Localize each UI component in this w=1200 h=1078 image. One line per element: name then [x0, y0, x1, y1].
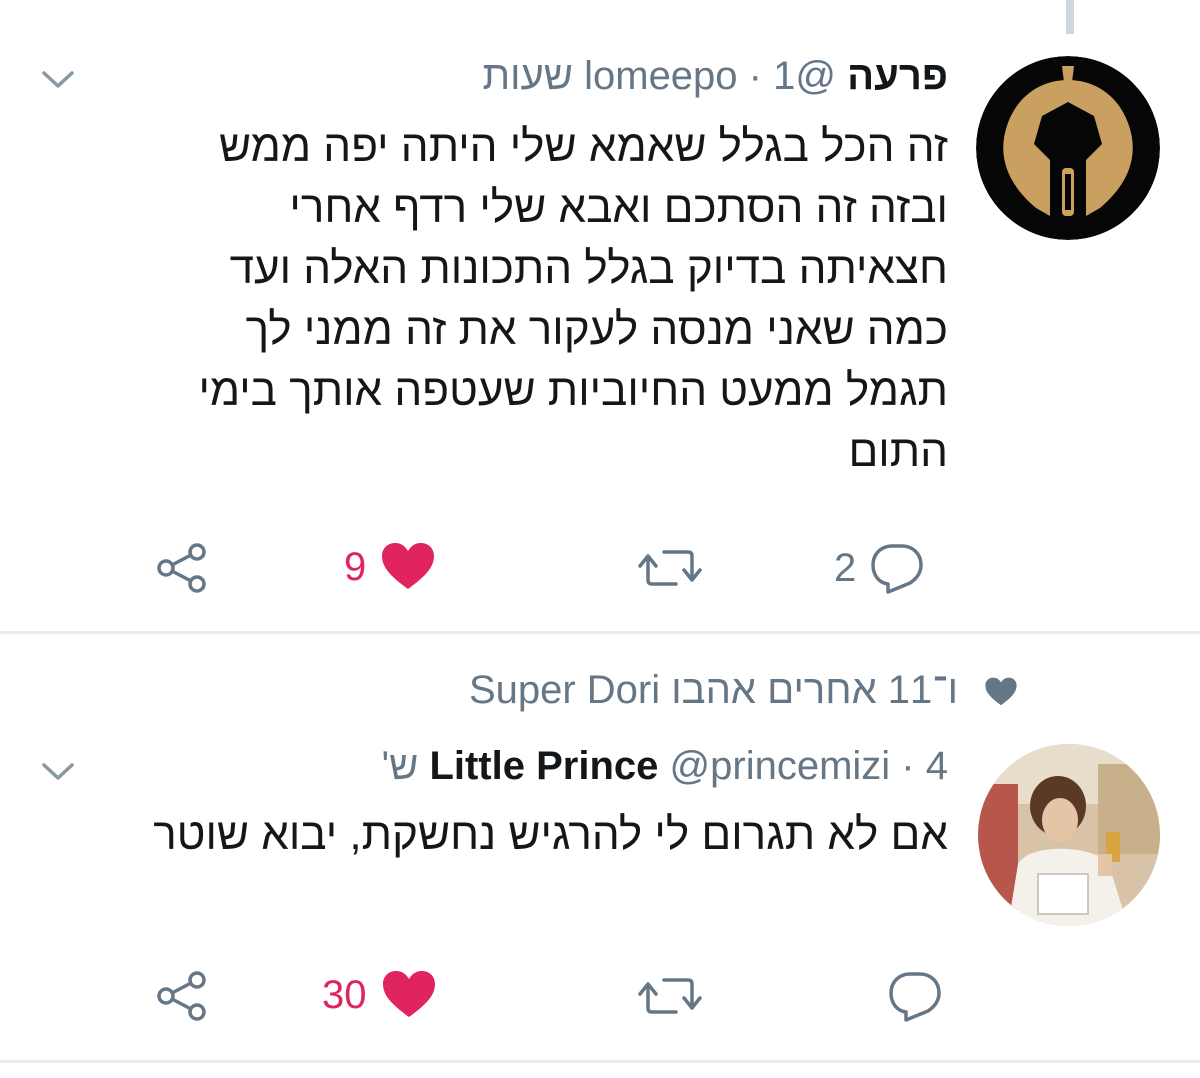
- retweet-button[interactable]: [638, 974, 702, 1018]
- tweet-header: Little Prince @princemizi · 4 ש': [381, 744, 948, 788]
- reply-icon: [871, 544, 923, 594]
- tweet-text: אם לא תגרום לי להרגיש נחשקת, יבוא שוטר: [18, 804, 948, 865]
- reply-button[interactable]: 2: [834, 542, 924, 594]
- avatar[interactable]: [978, 744, 1160, 926]
- tweet-text-line: תגמל ממעט החיוביות שעטפה אותך בימי: [198, 366, 948, 415]
- share-icon: [157, 543, 206, 593]
- like-count: 9: [344, 545, 367, 589]
- retweet-icon: [638, 550, 702, 586]
- like-button[interactable]: 9: [344, 542, 436, 592]
- heart-icon: [382, 971, 435, 1017]
- tweet-text-line: ובזה זה הסתכם ואבא שלי רדף אחרי: [289, 183, 948, 232]
- tweet-text-line: זה הכל בגלל שאמא שלי היתה יפה ממש: [218, 122, 948, 171]
- like-count: 30: [322, 973, 367, 1017]
- like-button[interactable]: 30: [322, 970, 437, 1020]
- share-button[interactable]: [154, 542, 210, 594]
- share-button[interactable]: [154, 970, 210, 1022]
- tweet-menu-button[interactable]: [38, 756, 78, 786]
- reply-button[interactable]: [888, 970, 942, 1022]
- display-name[interactable]: פרעה: [847, 54, 948, 98]
- heart-icon: [985, 677, 1017, 706]
- tweet-menu-button[interactable]: [38, 64, 78, 94]
- retweet-icon: [638, 978, 702, 1014]
- tweet-text: זה הכל בגלל שאמא שלי היתה יפה ממש ובזה ז…: [18, 116, 948, 482]
- chevron-down-icon: [42, 71, 74, 88]
- social-context-liked-by[interactable]: ו־11 אחרים אהבו Super Dori: [469, 668, 958, 712]
- profile-photo-icon: [978, 744, 1160, 926]
- avatar[interactable]: [976, 56, 1160, 240]
- tweet-text-line: כמה שאני מנסה לעקור את זה ממני לך: [245, 305, 948, 354]
- user-handle[interactable]: @princemizi: [670, 744, 891, 788]
- tweet-header: פרעה @lomeepo · 1 שעות: [482, 54, 948, 98]
- thread-connector-line: [1066, 0, 1074, 34]
- header-separator: ·: [901, 744, 915, 788]
- heart-icon: [382, 543, 435, 589]
- retweet-button[interactable]: [638, 546, 702, 590]
- display-name[interactable]: Little Prince: [429, 744, 658, 788]
- share-icon: [157, 971, 206, 1021]
- tweet-text-line: אם לא תגרום לי להרגיש נחשקת, יבוא שוטר: [153, 810, 948, 859]
- reply-count: 2: [834, 546, 857, 590]
- pharaoh-avatar-icon: [976, 56, 1160, 240]
- user-handle[interactable]: @lomeepo: [584, 54, 836, 98]
- reply-icon: [889, 972, 941, 1022]
- header-separator: ·: [748, 54, 762, 98]
- tweet-divider: [0, 631, 1200, 634]
- tweet-text-line: התום: [848, 427, 948, 476]
- tweet-text-line: חצאיתה בדיוק בגלל התכונות האלה ועד: [229, 244, 948, 293]
- tweet-divider: [0, 1060, 1200, 1063]
- chevron-down-icon: [42, 763, 74, 780]
